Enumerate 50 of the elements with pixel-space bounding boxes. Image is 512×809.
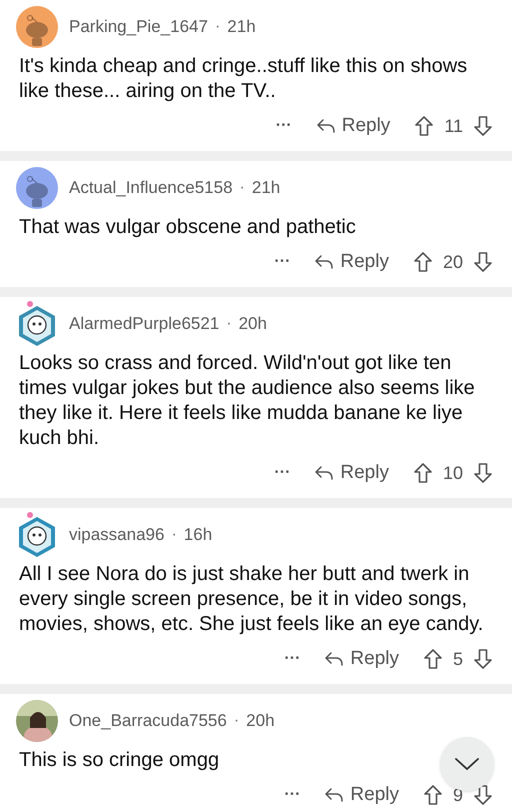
separator-dot: · bbox=[234, 711, 240, 731]
vote-score: 10 bbox=[442, 462, 463, 484]
upvote-icon[interactable] bbox=[422, 648, 443, 670]
reply-icon bbox=[324, 787, 344, 803]
comment-time: 20h bbox=[238, 313, 267, 336]
downvote-icon[interactable] bbox=[473, 251, 493, 273]
comment-text: It's kinda cheap and cringe..stuff like this on shows like these... airing on the TV.. bbox=[19, 54, 468, 104]
reply-icon bbox=[314, 254, 334, 270]
username[interactable]: AlarmedPurple6521 bbox=[69, 311, 220, 337]
username[interactable]: One_Barracuda7556 bbox=[69, 708, 227, 734]
separator-dot: · bbox=[171, 525, 177, 545]
comment-text: All I see Nora do is just shake her butt and twerk in every single screen presence, be it in video songs, movies, shows, etc. She just feels like an eye candy. bbox=[19, 562, 484, 637]
comment-time: 21h bbox=[252, 177, 280, 200]
reply-button[interactable]: Reply bbox=[316, 112, 390, 140]
separator-dot: · bbox=[214, 17, 220, 37]
comment-time: 16h bbox=[184, 524, 212, 546]
comment-text: This is so cringe omgg bbox=[19, 748, 220, 773]
reply-icon bbox=[314, 465, 334, 481]
comment-text: That was vulgar obscene and pathetic bbox=[19, 215, 356, 240]
downvote-icon[interactable] bbox=[473, 784, 493, 806]
comment-time: 21h bbox=[227, 16, 256, 38]
more-button[interactable]: ··· bbox=[276, 114, 292, 138]
more-button[interactable]: ··· bbox=[284, 783, 300, 807]
downvote-icon[interactable] bbox=[473, 115, 493, 137]
reply-icon bbox=[316, 118, 336, 134]
upvote-icon[interactable] bbox=[422, 784, 443, 806]
reply-icon bbox=[324, 651, 344, 667]
upvote-icon[interactable] bbox=[412, 462, 433, 484]
username[interactable]: Parking_Pie_1647 bbox=[69, 14, 208, 40]
upvote-icon[interactable] bbox=[414, 115, 434, 137]
separator-dot: · bbox=[240, 178, 245, 198]
separator-dot: · bbox=[226, 314, 232, 334]
vote-score: 20 bbox=[442, 250, 463, 274]
more-button[interactable]: ··· bbox=[274, 250, 290, 274]
reply-button[interactable]: Reply bbox=[314, 248, 389, 276]
reply-button[interactable]: Reply bbox=[324, 644, 399, 674]
more-button[interactable]: ··· bbox=[274, 461, 290, 485]
comment-text: Looks so crass and forced. Wild'n'out got like ten times vulgar jokes but the audience also seems like they like it. Here it feels like mudda banane ke liye kuch bhi. bbox=[19, 351, 476, 451]
downvote-icon[interactable] bbox=[473, 462, 493, 484]
username[interactable]: vipassana96 bbox=[69, 522, 164, 548]
comment-time: 20h bbox=[246, 710, 275, 732]
upvote-icon[interactable] bbox=[412, 251, 433, 273]
vote-score: 5 bbox=[452, 648, 463, 670]
vote-score: 11 bbox=[444, 114, 463, 138]
reply-button[interactable]: Reply bbox=[314, 458, 389, 488]
more-button[interactable]: ··· bbox=[284, 647, 300, 671]
chevron-down-icon bbox=[454, 757, 480, 771]
downvote-icon[interactable] bbox=[473, 648, 493, 670]
username[interactable]: Actual_Influence5158 bbox=[69, 175, 233, 201]
reply-button[interactable]: Reply bbox=[324, 780, 399, 809]
